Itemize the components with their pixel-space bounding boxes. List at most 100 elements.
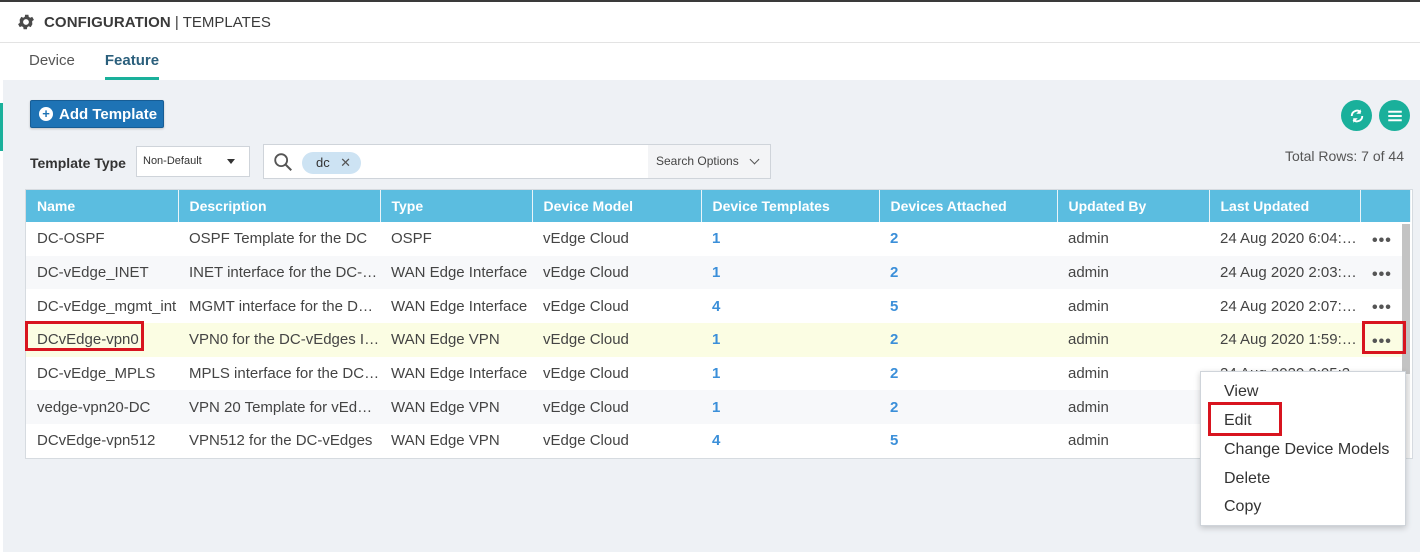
tab-device[interactable]: Device [29,43,75,80]
cell-name: vedge-vpn20-DC [26,390,178,425]
highlight-box-actions [1362,321,1406,354]
cell-description: MGMT interface for the DC-... [189,297,380,315]
cell-devices-attached-link[interactable]: 2 [879,255,1057,290]
hamburger-icon [1387,110,1402,121]
cell-device-templates-link[interactable]: 1 [701,255,879,290]
cell-device-templates-link[interactable]: 4 [701,289,879,323]
cell-type: WAN Edge VPN [391,432,500,450]
cell-updated-by: admin [1068,297,1109,315]
cell-device-templates-link[interactable]: 1 [701,222,879,256]
column-header-device-templates[interactable]: Device Templates [701,190,880,222]
total-rows: Total Rows: 7 of 44 [1284,148,1404,164]
more-options-icon[interactable]: ••• [1372,299,1392,316]
search-options-label: Search Options [656,154,739,168]
cell-device-model: vEdge Cloud [543,230,629,248]
cell-last-updated: 24 Aug 2020 1:59:3... [1209,323,1360,357]
refresh-icon [1350,108,1363,123]
cell-name: DC-vEdge_INET [26,255,178,290]
cell-devices-attached-link[interactable]: 2 [879,323,1057,357]
cell-name: DC-OSPF [37,230,105,248]
gear-icon [18,14,34,30]
cell-description: VPN0 for the DC-vEdges IN... [178,323,380,357]
caret-down-icon [227,159,235,164]
column-header-last-updated[interactable]: Last Updated [1209,190,1361,222]
template-type-value: Non-Default [143,155,202,167]
cell-last-updated: 24 Aug 2020 2:03:2... [1209,255,1360,290]
row-context-menu: View Edit Change Device Models Delete Co… [1200,371,1406,526]
cell-last-updated: 24 Aug 2020 2:07:0... [1220,297,1360,315]
highlight-box-name [25,321,144,351]
title-separator: | [174,13,179,31]
search-icon [274,153,292,171]
column-header-updated-by[interactable]: Updated By [1057,190,1210,222]
page-header: CONFIGURATION | TEMPLATES [0,0,1420,43]
cell-type: WAN Edge Interface [391,365,528,383]
search-chip: dc ✕ [302,152,361,174]
cell-description: MPLS interface for the DC-... [189,365,380,383]
cell-last-updated: 24 Aug 2020 6:04:1... [1220,230,1360,248]
cell-type: OSPF [391,230,432,248]
cell-device-model: vEdge Cloud [543,297,629,315]
highlight-box-edit [1208,402,1282,436]
cell-description: OSPF Template for the DC [189,230,368,248]
cell-name: DC-vEdge_mgmt_int [37,297,177,315]
cell-type: WAN Edge VPN [380,323,532,357]
cell-device-model: vEdge Cloud [532,323,701,357]
cell-updated-by: admin [1068,432,1109,450]
search-input[interactable]: dc ✕ Search Options [263,144,771,179]
cell-description: INET interface for the DC-v... [178,255,380,290]
cell-devices-attached-link[interactable]: 5 [879,424,1057,458]
table-row-selected[interactable]: DCvEdge-vpn0 VPN0 for the DC-vEdges IN..… [26,323,1410,357]
cell-updated-by: admin [1068,230,1109,248]
cell-devices-attached-link[interactable]: 2 [879,357,1057,391]
plus-circle-icon: + [39,107,53,121]
tab-feature[interactable]: Feature [104,43,160,80]
column-header-device-model[interactable]: Device Model [532,190,702,222]
cell-device-templates-link[interactable]: 1 [701,357,879,391]
cell-updated-by: admin [1068,365,1109,383]
cell-devices-attached-link[interactable]: 2 [879,222,1057,256]
cell-name: DCvEdge-vpn512 [37,432,156,450]
cell-updated-by: admin [1057,323,1209,357]
close-icon[interactable]: ✕ [340,155,351,171]
more-options-icon[interactable]: ••• [1372,232,1392,249]
column-header-name[interactable]: Name [26,190,179,222]
add-template-label: Add Template [59,105,158,123]
cell-name: DC-vEdge_MPLS [37,365,156,383]
menu-item-delete[interactable]: Delete [1224,470,1270,488]
cell-devices-attached-link[interactable]: 2 [879,390,1057,425]
table-menu-button[interactable] [1379,100,1410,131]
cell-device-model: vEdge Cloud [543,365,629,383]
cell-device-model: vEdge Cloud [532,255,701,290]
cell-type: WAN Edge VPN [380,390,532,425]
column-header-devices-attached[interactable]: Devices Attached [879,190,1058,222]
table-row[interactable]: DC-OSPF OSPF Template for the DC OSPF vE… [26,222,1410,256]
refresh-button[interactable] [1341,100,1372,131]
cell-device-templates-link[interactable]: 1 [701,323,879,357]
menu-item-change-device-models[interactable]: Change Device Models [1224,441,1389,459]
template-type-select[interactable]: Non-Default [136,146,250,177]
column-header-type[interactable]: Type [380,190,533,222]
cell-device-templates-link[interactable]: 4 [701,424,879,458]
page-subtitle: TEMPLATES [182,13,271,31]
table-row[interactable]: DC-vEdge_mgmt_int MGMT interface for the… [26,289,1410,323]
menu-item-view[interactable]: View [1224,383,1258,401]
tab-bar: Device Feature [0,43,1420,80]
cell-type: WAN Edge Interface [380,255,532,290]
table-row[interactable]: DC-vEdge_INET INET interface for the DC-… [26,255,1410,290]
cell-device-model: vEdge Cloud [543,432,629,450]
cell-device-model: vEdge Cloud [532,390,701,425]
column-header-description[interactable]: Description [178,190,381,222]
cell-device-templates-link[interactable]: 1 [701,390,879,425]
add-template-button[interactable]: + Add Template [30,100,164,128]
search-options-button[interactable]: Search Options [648,145,770,178]
cell-updated-by: admin [1057,255,1209,290]
more-options-icon[interactable]: ••• [1372,266,1392,283]
menu-item-copy[interactable]: Copy [1224,498,1261,516]
table-header-row: Name Description Type Device Model Devic… [26,190,1411,222]
cell-description: VPN 20 Template for vEdge... [178,390,380,425]
cell-devices-attached-link[interactable]: 5 [879,289,1057,323]
cell-type: WAN Edge Interface [391,297,528,315]
cell-description: VPN512 for the DC-vEdges [189,432,373,450]
template-type-label: Template Type [30,155,126,171]
